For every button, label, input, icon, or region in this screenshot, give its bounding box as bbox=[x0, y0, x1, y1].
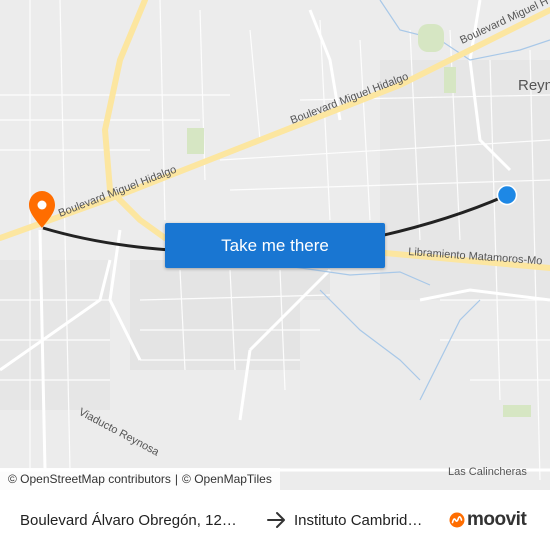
map[interactable]: Boulevard Miguel Hidalgo Boulevard Migue… bbox=[0, 0, 550, 490]
map-attribution: © OpenStreetMap contributors | © OpenMap… bbox=[0, 468, 280, 490]
destination-text: Instituto Cambrid… bbox=[294, 511, 423, 529]
take-me-there-button[interactable]: Take me there bbox=[165, 223, 385, 268]
place-label-calincheras: Las Calincheras bbox=[448, 466, 527, 478]
arrow-right-icon bbox=[267, 512, 285, 528]
origin-marker[interactable] bbox=[496, 184, 518, 206]
attribution-separator: | bbox=[174, 472, 179, 486]
omt-attribution-link[interactable]: © OpenMapTiles bbox=[182, 472, 272, 486]
moovit-logo[interactable]: moovit bbox=[449, 509, 527, 531]
moovit-logo-icon bbox=[449, 512, 465, 528]
osm-attribution-link[interactable]: © OpenStreetMap contributors bbox=[8, 472, 171, 486]
trip-footer: Boulevard Álvaro Obregón, 12… Instituto … bbox=[0, 490, 550, 550]
moovit-logo-text: moovit bbox=[467, 509, 527, 530]
city-label: Reyn bbox=[518, 77, 550, 94]
origin-text: Boulevard Álvaro Obregón, 12… bbox=[20, 511, 237, 529]
